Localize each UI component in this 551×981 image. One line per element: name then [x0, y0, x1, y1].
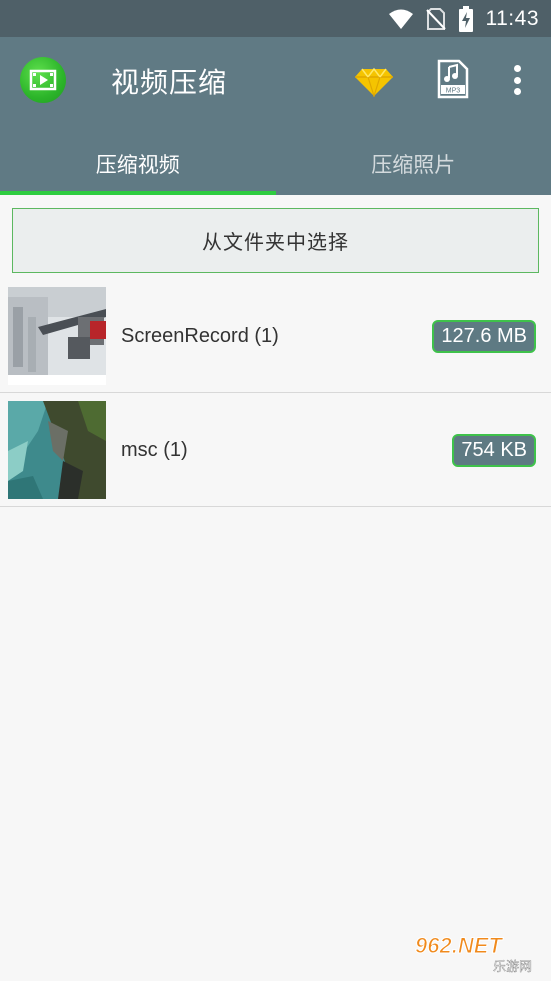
premium-diamond-icon[interactable] — [354, 67, 394, 97]
video-list: ScreenRecord (1) 127.6 MB msc (1) 754 KB — [0, 279, 551, 507]
mp3-label: MP3 — [446, 88, 461, 95]
video-name: msc (1) — [121, 438, 188, 461]
app-bar: 视频压缩 MP3 压缩视频 压缩照片 — [0, 37, 551, 195]
video-thumbnail — [8, 287, 106, 385]
menu-dot — [513, 76, 521, 84]
list-item[interactable]: msc (1) 754 KB — [0, 393, 551, 507]
file-size-badge: 754 KB — [452, 434, 536, 467]
battery-charging-icon — [458, 5, 473, 32]
site-watermark-logo: 962.NET 乐游网 — [411, 931, 545, 976]
status-icons: 11:43 — [388, 0, 540, 37]
app-title: 视频压缩 — [111, 66, 228, 99]
list-item[interactable]: ScreenRecord (1) 127.6 MB — [0, 279, 551, 393]
video-thumbnail — [8, 401, 106, 499]
mp3-file-icon[interactable]: MP3 — [435, 59, 471, 99]
status-bar: 11:43 — [0, 0, 551, 37]
tab-label: 压缩照片 — [371, 152, 456, 177]
menu-dot — [513, 88, 521, 95]
tab-label: 压缩视频 — [95, 152, 180, 177]
watermark-text: 962.NET — [415, 933, 503, 958]
app-logo-icon — [20, 57, 66, 103]
watermark-subtext: 乐游网 — [493, 960, 532, 975]
no-sim-icon — [425, 7, 446, 30]
wifi-icon — [388, 9, 413, 29]
tab-bar: 压缩视频 压缩照片 — [0, 132, 551, 195]
status-time: 11:43 — [485, 6, 539, 30]
video-name: ScreenRecord (1) — [121, 324, 279, 347]
more-vert-icon[interactable] — [506, 65, 528, 95]
tab-compress-photo[interactable]: 压缩照片 — [276, 132, 551, 195]
tab-compress-video[interactable]: 压缩视频 — [0, 132, 276, 195]
menu-dot — [513, 65, 521, 72]
select-from-folder-button[interactable]: 从文件夹中选择 — [12, 208, 539, 273]
tab-indicator — [0, 191, 276, 195]
file-size-badge: 127.6 MB — [432, 320, 536, 353]
